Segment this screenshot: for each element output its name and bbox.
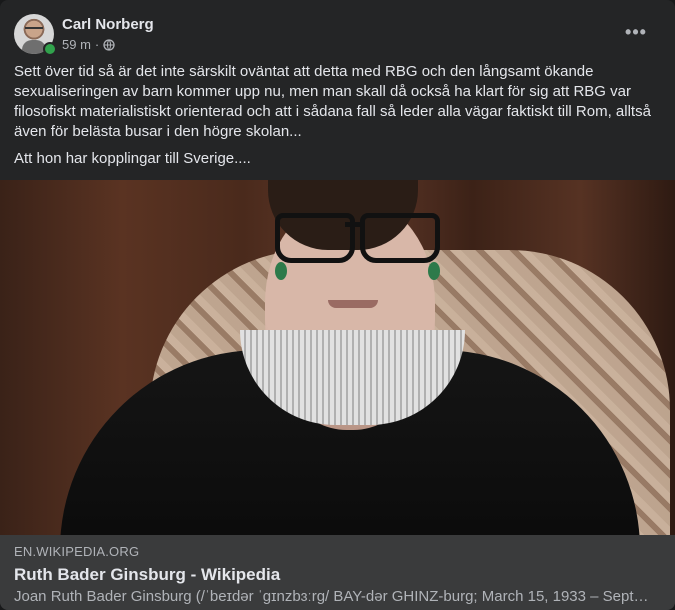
link-preview-image[interactable] [0,180,675,535]
glasses-left-lens [275,213,355,263]
link-domain: EN.WIKIPEDIA.ORG [14,544,140,559]
post-card: Carl Norberg 59 m · ••• Sett över tid så… [0,0,675,610]
post-paragraph: Att hon har kopplingar till Sverige.... [14,150,251,167]
avatar-glasses [25,27,43,33]
online-status-indicator [43,42,57,56]
more-options-button[interactable]: ••• [618,18,654,46]
glasses-bridge [345,222,360,227]
post-timestamp[interactable]: 59 m [62,37,91,52]
earring-left [275,262,287,280]
more-horizontal-icon: ••• [625,21,647,42]
meta-separator: · [94,37,100,52]
post-meta: 59 m · [62,37,115,52]
link-preview-footer[interactable]: EN.WIKIPEDIA.ORG Ruth Bader Ginsburg - W… [0,535,675,610]
glasses-right-lens [360,213,440,263]
post-header: Carl Norberg 59 m · ••• [14,14,664,56]
author-name[interactable]: Carl Norberg [62,16,154,33]
globe-icon[interactable] [103,38,115,51]
earring-right [428,262,440,280]
link-description: Joan Ruth Bader Ginsburg (/ˈbeɪdər ˈɡɪnz… [14,588,654,605]
portrait-mouth [328,300,378,308]
post-paragraph: Sett över tid så är det inte särskilt ov… [14,63,651,140]
link-title[interactable]: Ruth Bader Ginsburg - Wikipedia [14,565,280,585]
post-text: Sett över tid så är det inte särskilt ov… [14,62,659,176]
